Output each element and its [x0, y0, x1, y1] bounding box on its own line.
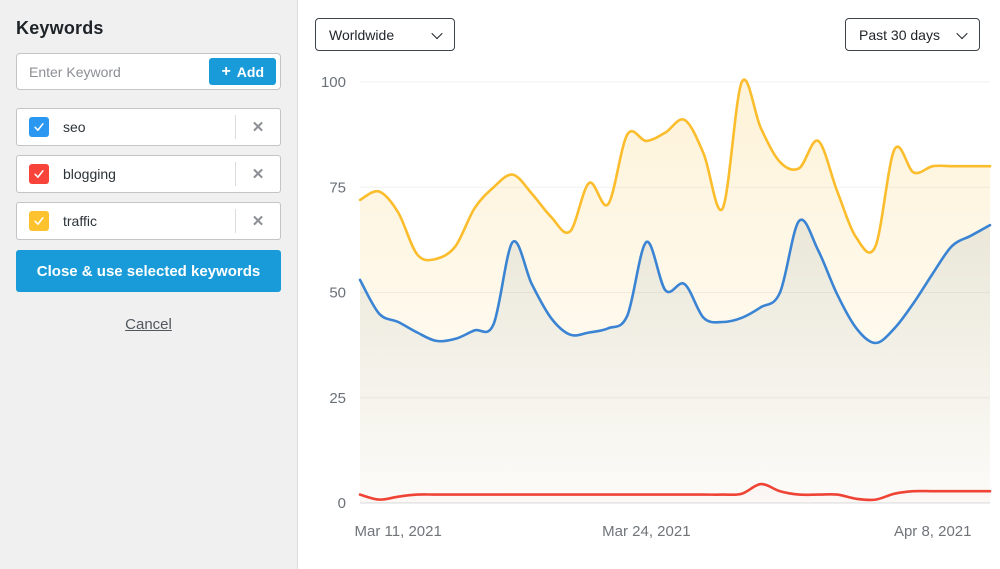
trends-chart: 0 25 50 75 100 Mar 11, 2021 Mar 24, 2021 Apr 8,… [298, 0, 1000, 569]
add-button-label: Add [237, 64, 264, 80]
y-axis-label: 100 [321, 74, 346, 91]
region-select[interactable]: Worldwide [315, 18, 455, 51]
keyword-label: traffic [63, 213, 235, 229]
chevron-down-icon [956, 27, 967, 38]
check-icon [32, 167, 46, 181]
keyword-label: blogging [63, 166, 235, 182]
remove-keyword-button[interactable]: ✕ [235, 209, 280, 233]
x-axis-label: Mar 11, 2021 [355, 523, 442, 540]
close-use-keywords-button[interactable]: Close & use selected keywords [16, 250, 281, 292]
x-axis-label: Mar 24, 2021 [602, 523, 690, 540]
close-icon: ✕ [252, 118, 265, 136]
add-keyword-button[interactable]: + Add [209, 58, 276, 85]
y-axis-label: 25 [329, 390, 346, 407]
keyword-checkbox[interactable] [29, 164, 49, 184]
keyword-label: seo [63, 119, 235, 135]
keyword-chip-traffic: traffic ✕ [16, 202, 281, 240]
trends-panel: 0 25 50 75 100 Mar 11, 2021 Mar 24, 2021 Apr 8,… [298, 0, 1000, 569]
sidebar-title: Keywords [16, 18, 281, 39]
cancel-link[interactable]: Cancel [16, 316, 281, 333]
date-range-select[interactable]: Past 30 days [845, 18, 980, 51]
y-axis-label: 0 [338, 495, 346, 512]
keyword-chip-blogging: blogging ✕ [16, 155, 281, 193]
keyword-checkbox[interactable] [29, 211, 49, 231]
region-select-value: Worldwide [329, 27, 394, 43]
chevron-down-icon [431, 27, 442, 38]
keywords-sidebar: Keywords + Add seo ✕ [0, 0, 298, 569]
x-axis-label: Apr 8, 2021 [894, 523, 972, 540]
keyword-checkbox[interactable] [29, 117, 49, 137]
close-icon: ✕ [252, 212, 265, 230]
y-axis-label: 75 [329, 179, 346, 196]
keyword-input-group: + Add [16, 53, 281, 90]
date-range-value: Past 30 days [859, 27, 940, 43]
remove-keyword-button[interactable]: ✕ [235, 162, 280, 186]
keyword-trends-window: Keywords + Add seo ✕ [0, 0, 1000, 569]
plus-icon: + [221, 64, 230, 80]
check-icon [32, 120, 46, 134]
keyword-chip-seo: seo ✕ [16, 108, 281, 146]
close-icon: ✕ [252, 165, 265, 183]
check-icon [32, 214, 46, 228]
remove-keyword-button[interactable]: ✕ [235, 115, 280, 139]
keyword-chip-list: seo ✕ blogging ✕ traffic [16, 108, 281, 240]
y-axis-label: 50 [329, 285, 346, 302]
